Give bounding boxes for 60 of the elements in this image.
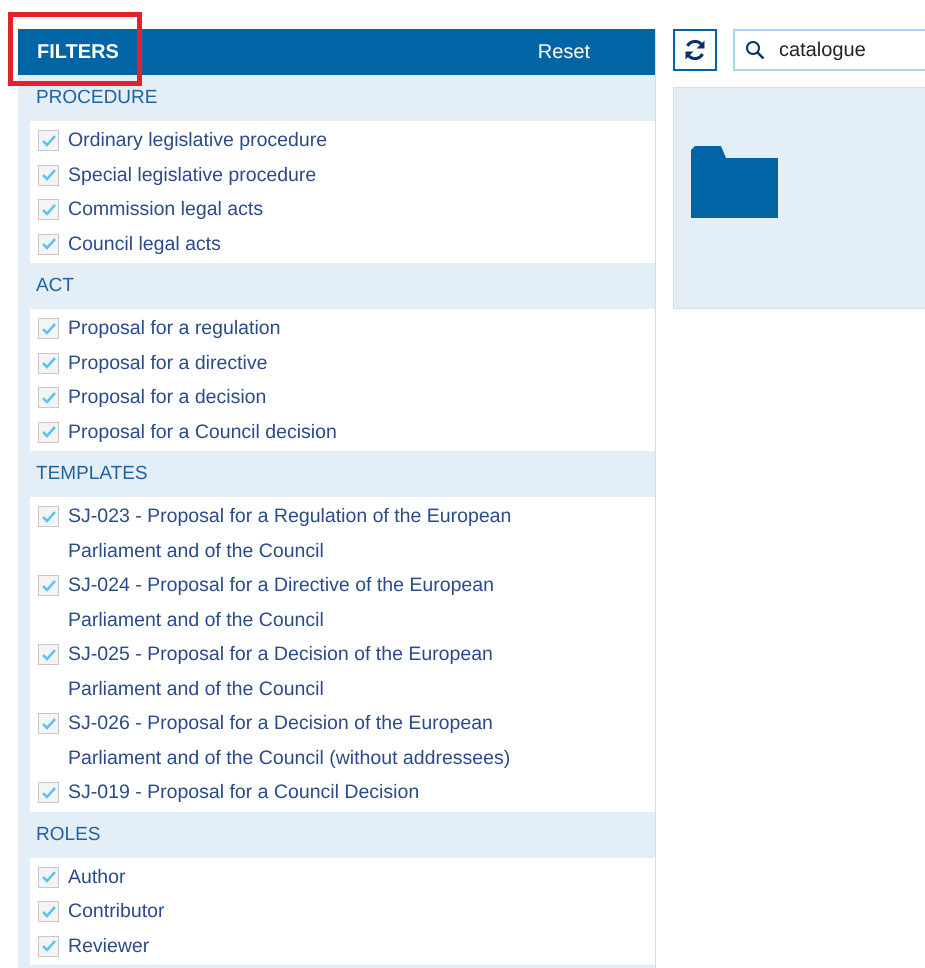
checkbox-label[interactable]: Proposal for a regulation <box>68 311 280 346</box>
check-icon <box>42 238 56 250</box>
check-icon <box>42 392 56 404</box>
checkbox[interactable] <box>38 782 59 803</box>
checkbox-label[interactable]: SJ-026 - Proposal for a Decision of the European Parliament and of the Council (without addressees) <box>68 706 588 775</box>
checkbox[interactable] <box>38 387 59 408</box>
checkbox[interactable] <box>38 130 59 151</box>
filters-title: FILTERS <box>37 40 119 65</box>
checkbox-label[interactable]: Contributor <box>68 894 164 928</box>
check-icon <box>42 204 56 216</box>
checkbox-label[interactable]: SJ-019 - Proposal for a Council Decision <box>68 775 420 810</box>
checkbox[interactable] <box>38 936 59 956</box>
checkbox[interactable] <box>38 866 59 888</box>
checkbox[interactable] <box>38 506 59 527</box>
checkbox-label[interactable]: Proposal for a decision <box>68 380 266 414</box>
checkbox-label[interactable]: SJ-024 - Proposal for a Directive of the European Parliament and of the Council <box>68 568 588 637</box>
checkbox[interactable] <box>38 318 59 339</box>
check-icon <box>42 940 56 952</box>
checkbox[interactable] <box>38 713 59 734</box>
checkbox-label[interactable]: Ordinary legislative procedure <box>68 123 328 158</box>
section-heading: PROCEDURE <box>35 86 158 110</box>
check-icon <box>42 906 56 918</box>
checkbox-label[interactable]: Reviewer <box>68 928 150 963</box>
checkbox[interactable] <box>38 164 59 186</box>
search-field[interactable]: catalogue <box>733 29 925 71</box>
checkbox-label[interactable]: Author <box>68 860 126 894</box>
checkbox-label[interactable]: Proposal for a directive <box>68 346 268 380</box>
check-icon <box>42 648 56 660</box>
section-heading: ROLES <box>35 822 102 846</box>
folder-tile[interactable] <box>673 87 925 309</box>
checkbox-label[interactable]: Council legal acts <box>68 226 221 261</box>
refresh-button[interactable] <box>673 29 717 71</box>
check-icon <box>42 169 56 181</box>
refresh-icon <box>683 38 707 62</box>
folder-icon <box>691 146 778 218</box>
check-icon <box>42 510 56 522</box>
checkbox[interactable] <box>38 644 59 665</box>
checkbox-label[interactable]: SJ-023 - Proposal for a Regulation of the European Parliament and of the Council <box>68 499 588 568</box>
section-heading: ACT <box>35 274 75 298</box>
checkbox-label[interactable]: SJ-025 - Proposal for a Decision of the European Parliament and of the Council <box>68 637 588 706</box>
checkbox[interactable] <box>38 422 59 442</box>
check-icon <box>42 357 56 369</box>
reset-button[interactable]: Reset <box>538 37 590 67</box>
checkbox-label[interactable]: Special legislative procedure <box>68 158 316 192</box>
search-icon <box>745 40 765 60</box>
checkbox-label[interactable]: Proposal for a Council decision <box>68 414 337 449</box>
section-heading: TEMPLATES <box>35 462 149 486</box>
check-icon <box>42 426 56 438</box>
checkbox[interactable] <box>38 199 59 220</box>
check-icon <box>42 871 56 883</box>
check-icon <box>42 786 56 798</box>
check-icon <box>42 322 56 334</box>
checkbox[interactable] <box>38 575 59 596</box>
checkbox[interactable] <box>38 901 59 922</box>
checkbox[interactable] <box>38 234 59 254</box>
checkbox-label[interactable]: Commission legal acts <box>68 192 264 226</box>
checkbox[interactable] <box>38 352 59 374</box>
check-icon <box>42 134 56 146</box>
check-icon <box>42 718 56 730</box>
check-icon <box>42 580 56 592</box>
